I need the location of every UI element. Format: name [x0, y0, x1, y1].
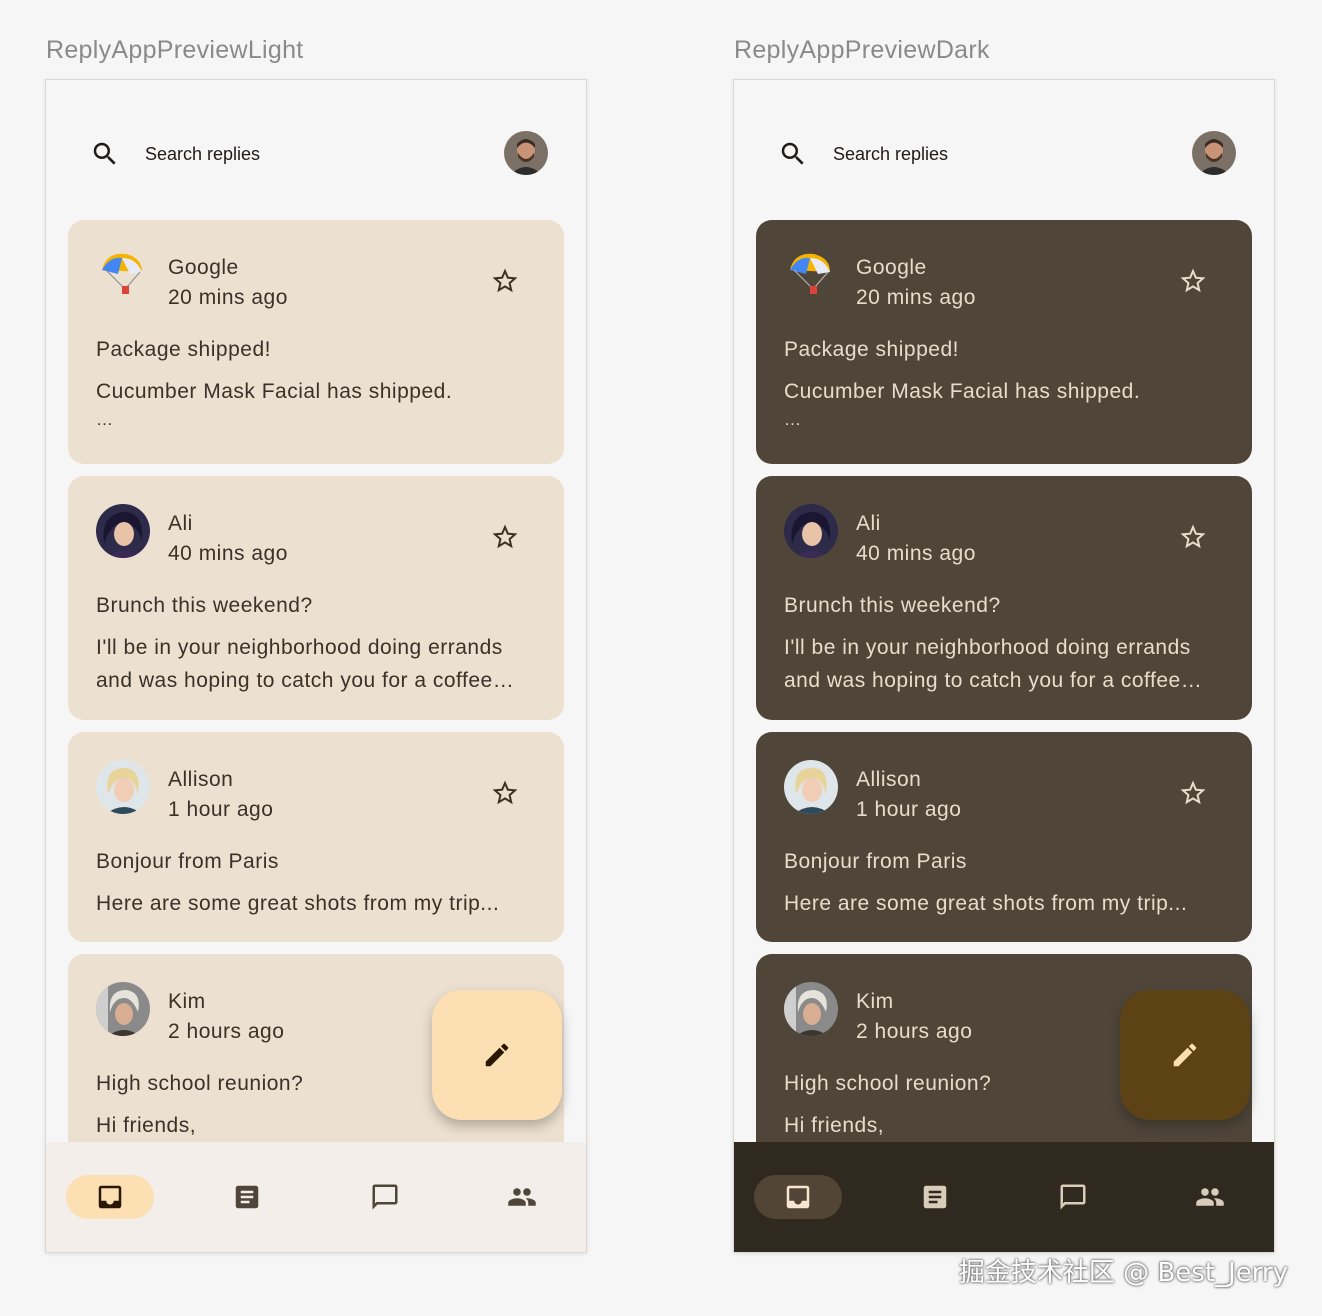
email-card[interactable]: Ali 40 mins ago Brunch this weekend? I'l… [756, 476, 1252, 720]
star-icon[interactable] [1178, 266, 1208, 296]
email-card[interactable]: Google 20 mins ago Package shipped! Cucu… [68, 220, 564, 464]
sender-avatar [784, 760, 838, 814]
email-preview: Here are some great shots from my trip..… [784, 892, 1188, 915]
sender-avatar [96, 248, 150, 302]
star-icon[interactable] [490, 522, 520, 552]
email-subject: Brunch this weekend? [96, 594, 313, 617]
email-subject: High school reunion? [96, 1072, 304, 1095]
nav-contacts[interactable] [1166, 1175, 1254, 1219]
search-bar[interactable]: Search replies [70, 120, 562, 188]
email-time: 40 mins ago [168, 542, 288, 565]
email-preview: I'll be in your neighborhood doing erran… [784, 636, 1203, 692]
sender-avatar [784, 504, 838, 558]
search-placeholder: Search replies [833, 144, 949, 164]
nav-articles[interactable] [891, 1175, 979, 1219]
email-preview: Cucumber Mask Facial has shipped. [784, 380, 1141, 403]
reply-app-light: Search replies Google 20 mins ago Packag… [46, 80, 586, 1252]
edit-icon [1173, 1043, 1197, 1067]
email-time: 2 hours ago [168, 1020, 285, 1043]
nav-articles[interactable] [203, 1175, 291, 1219]
email-time: 2 hours ago [856, 1020, 973, 1043]
email-card[interactable]: Ali 40 mins ago Brunch this weekend? I'l… [68, 476, 564, 720]
watermark: 掘金技术社区 @ Best_Jerry [958, 1258, 1288, 1288]
sender-name: Ali [856, 512, 881, 535]
nav-messages[interactable] [1029, 1175, 1117, 1219]
email-more: … [784, 410, 801, 429]
email-subject: High school reunion? [784, 1072, 992, 1095]
preview-label-dark: ReplyAppPreviewDark [734, 36, 990, 64]
edit-icon [485, 1043, 509, 1067]
bottom-navigation [734, 1142, 1274, 1252]
user-avatar[interactable] [1192, 131, 1236, 175]
email-subject: Package shipped! [784, 338, 959, 361]
search-placeholder: Search replies [145, 144, 261, 164]
sender-name: Google [168, 256, 239, 279]
nav-inbox[interactable] [66, 1175, 154, 1219]
chat-bubble-icon [1060, 1184, 1086, 1210]
user-avatar[interactable] [504, 131, 548, 175]
article-icon [923, 1185, 947, 1209]
compose-fab[interactable] [1120, 990, 1250, 1120]
reply-app-dark: Search replies Google 20 mins ago Packag… [734, 80, 1274, 1252]
email-time: 40 mins ago [856, 542, 976, 565]
email-time: 1 hour ago [168, 798, 274, 821]
nav-contacts[interactable] [478, 1175, 566, 1219]
nav-inbox[interactable] [754, 1175, 842, 1219]
sender-name: Kim [856, 990, 894, 1013]
email-preview: I'll be in your neighborhood doing erran… [96, 636, 515, 692]
email-subject: Bonjour from Paris [784, 850, 967, 873]
email-more: … [96, 410, 113, 429]
email-card[interactable]: Allison 1 hour ago Bonjour from Paris He… [756, 732, 1252, 942]
email-card[interactable]: Google 20 mins ago Package shipped! Cucu… [756, 220, 1252, 464]
nav-messages[interactable] [341, 1175, 429, 1219]
sender-name: Ali [168, 512, 193, 535]
sender-name: Allison [856, 768, 922, 791]
search-icon [93, 142, 116, 165]
sender-name: Kim [168, 990, 206, 1013]
inbox-icon [786, 1185, 810, 1209]
preview-label-light: ReplyAppPreviewLight [46, 36, 304, 64]
sender-avatar [96, 504, 150, 558]
star-icon[interactable] [490, 266, 520, 296]
people-icon [508, 1188, 536, 1206]
email-subject: Bonjour from Paris [96, 850, 279, 873]
sender-name: Allison [168, 768, 234, 791]
chat-bubble-icon [372, 1184, 398, 1210]
email-preview: Here are some great shots from my trip..… [96, 892, 500, 915]
inbox-icon [98, 1185, 122, 1209]
email-time: 1 hour ago [856, 798, 962, 821]
sender-avatar [96, 982, 150, 1036]
sender-avatar [784, 982, 838, 1036]
email-subject: Package shipped! [96, 338, 271, 361]
email-preview: Cucumber Mask Facial has shipped. [96, 380, 453, 403]
search-icon [781, 142, 804, 165]
search-bar[interactable]: Search replies [758, 120, 1250, 188]
email-time: 20 mins ago [168, 286, 288, 309]
sender-name: Google [856, 256, 927, 279]
email-subject: Brunch this weekend? [784, 594, 1001, 617]
star-icon[interactable] [1178, 778, 1208, 808]
star-icon[interactable] [1178, 522, 1208, 552]
people-icon [1196, 1188, 1224, 1206]
compose-fab[interactable] [432, 990, 562, 1120]
sender-avatar [784, 248, 838, 302]
star-icon[interactable] [490, 778, 520, 808]
article-icon [235, 1185, 259, 1209]
email-card[interactable]: Allison 1 hour ago Bonjour from Paris He… [68, 732, 564, 942]
sender-avatar [96, 760, 150, 814]
email-time: 20 mins ago [856, 286, 976, 309]
bottom-navigation [46, 1142, 586, 1252]
